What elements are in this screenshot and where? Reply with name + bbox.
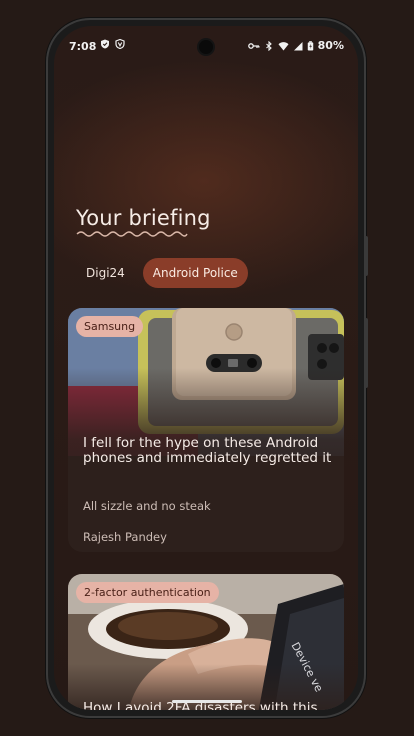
news-card[interactable]: Samsung I fell for the hype on these And… — [68, 308, 344, 552]
status-time: 7:08 — [69, 40, 97, 53]
screen: 7:08 80% Your briefing Digi24 Android Po… — [54, 26, 358, 710]
battery-charging-icon — [307, 40, 313, 51]
key-icon — [247, 42, 260, 49]
gesture-home-bar[interactable] — [172, 700, 242, 703]
battery-percent: 80% — [317, 39, 344, 52]
category-chip[interactable]: Samsung — [76, 316, 144, 337]
status-bar: 7:08 80% — [54, 26, 358, 66]
wifi-icon — [278, 41, 289, 50]
signal-icon — [293, 41, 303, 50]
tab-digi24[interactable]: Digi24 — [76, 258, 135, 288]
card-subtitle: All sizzle and no steak — [83, 499, 211, 513]
tab-android-police[interactable]: Android Police — [142, 258, 248, 288]
power-button — [364, 236, 368, 276]
shield-icon — [101, 39, 109, 49]
card-author: Rajesh Pandey — [83, 530, 167, 544]
bluetooth-icon — [265, 40, 272, 51]
page: 7:08 80% Your briefing Digi24 Android Po… — [0, 0, 414, 736]
vpn-icon — [115, 39, 125, 49]
category-chip[interactable]: 2-factor authentication — [76, 582, 219, 603]
page-title: Your briefing — [76, 206, 211, 230]
card-headline: I fell for the hype on these Android pho… — [83, 435, 332, 466]
source-tabs: Digi24 Android Police — [76, 258, 248, 288]
news-card[interactable]: Device ve 2-factor authentication How I … — [68, 574, 344, 710]
phone-frame: 7:08 80% Your briefing Digi24 Android Po… — [46, 18, 368, 718]
title-underline — [76, 231, 188, 237]
volume-button — [364, 318, 368, 388]
